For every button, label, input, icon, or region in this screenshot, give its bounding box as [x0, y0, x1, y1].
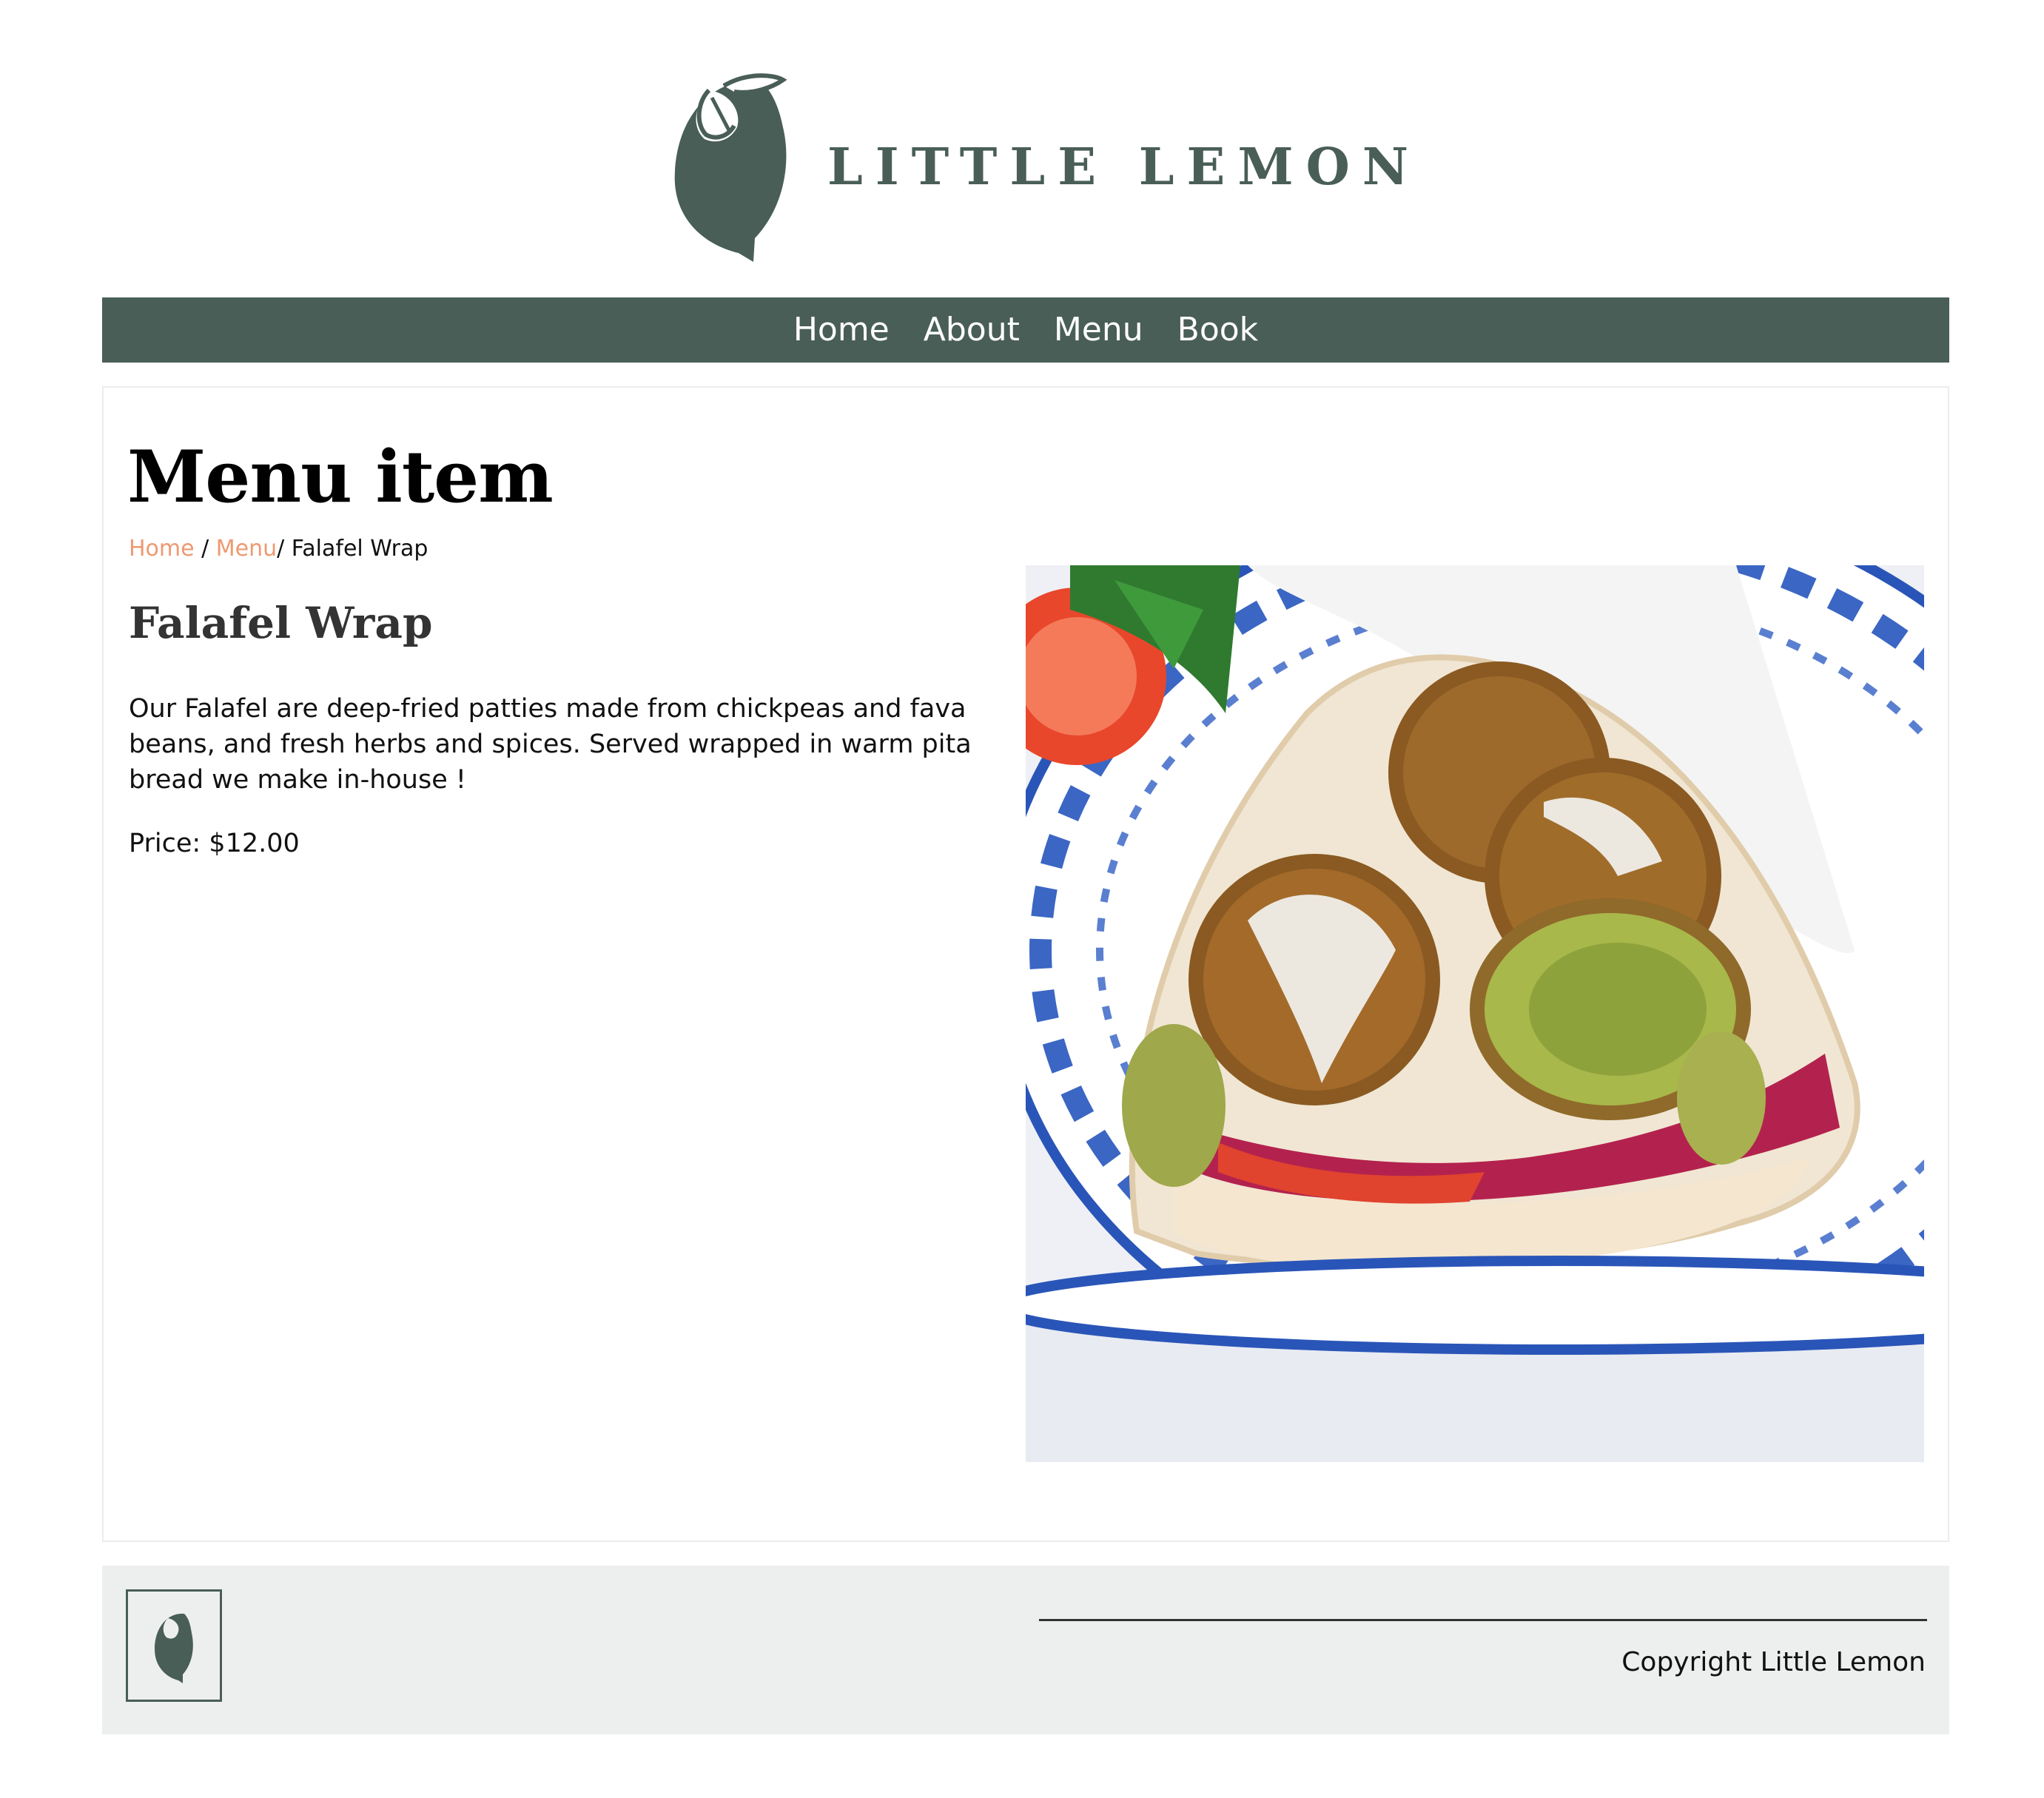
nav-home[interactable]: Home [793, 314, 890, 346]
item-name: Falafel Wrap [129, 598, 433, 648]
nav-menu[interactable]: Menu [1054, 314, 1143, 346]
site-footer: Copyright Little Lemon [102, 1566, 1949, 1734]
nav-about[interactable]: About [924, 314, 1020, 346]
lemon-icon [155, 1613, 193, 1683]
site-header: LITTLE LEMON [0, 0, 2044, 296]
lemon-icon [674, 73, 787, 262]
breadcrumb-menu[interactable]: Menu [216, 536, 277, 562]
item-price: Price: $12.00 [129, 829, 300, 858]
breadcrumb-home[interactable]: Home [129, 536, 195, 562]
breadcrumb-current: / Falafel Wrap [277, 536, 428, 562]
item-image [1026, 565, 1924, 1462]
footer-logo[interactable] [126, 1589, 222, 1702]
breadcrumb: Home / Menu/ Falafel Wrap [129, 536, 428, 562]
nav-book[interactable]: Book [1177, 314, 1259, 346]
copyright-text: Copyright Little Lemon [1621, 1647, 1926, 1677]
main-nav: Home About Menu Book [102, 297, 1949, 363]
page: LITTLE LEMON Home About Menu Book Menu i… [0, 0, 2044, 1798]
breadcrumb-separator: / [194, 536, 216, 562]
brand-name: LITTLE LEMON [827, 138, 1422, 197]
falafel-wrap-image [1026, 565, 1924, 1462]
footer-divider [1039, 1619, 1927, 1621]
item-description: Our Falafel are deep-fried patties made … [129, 694, 972, 795]
main-content: Menu item Home / Menu/ Falafel Wrap Fala… [102, 386, 1949, 1542]
page-title: Menu item [127, 435, 554, 519]
